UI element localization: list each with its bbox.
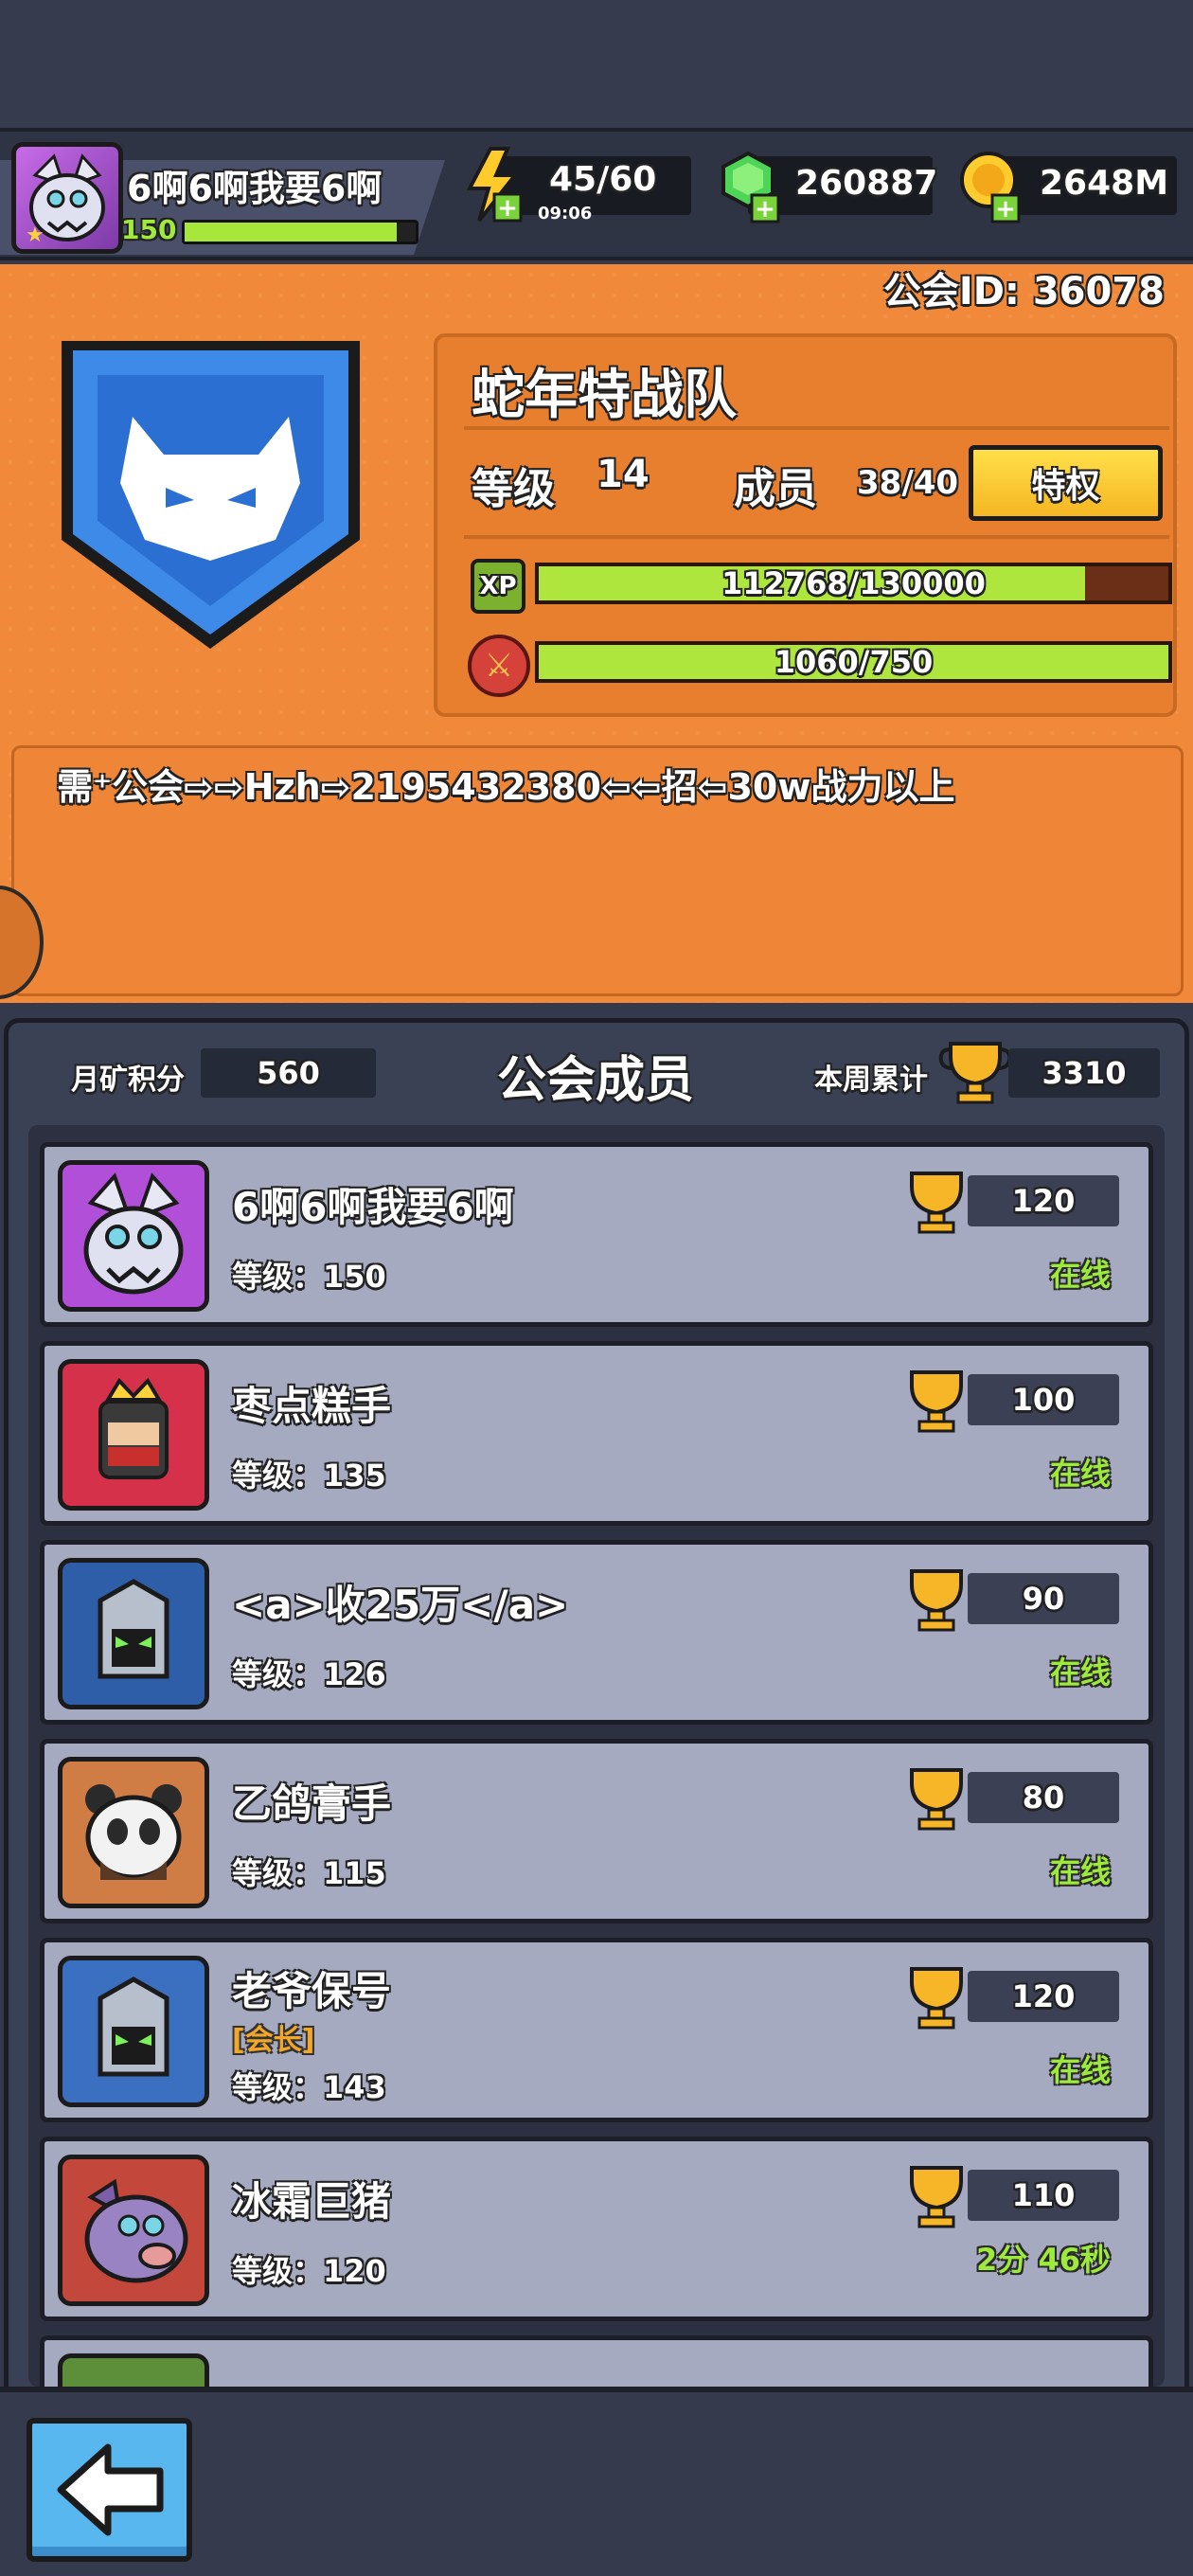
member-row-partial[interactable] bbox=[40, 2335, 1153, 2387]
king-avatar-icon bbox=[98, 1377, 169, 1479]
player-xp-bar bbox=[182, 220, 418, 244]
player-avatar[interactable]: ★ bbox=[11, 142, 123, 254]
gem-value: 260887 bbox=[795, 164, 938, 203]
trophy-icon bbox=[910, 1768, 963, 1831]
svg-text:+: + bbox=[755, 195, 775, 224]
boar-avatar-icon bbox=[84, 2178, 188, 2283]
energy-value: 45/60 bbox=[549, 160, 657, 199]
member-level: 等级：150 bbox=[232, 1259, 386, 1295]
perks-button[interactable]: 特权 bbox=[969, 445, 1163, 521]
trophy-icon bbox=[938, 1042, 1012, 1104]
guild-level-label: 等级 bbox=[472, 465, 555, 513]
guild-name: 蛇年特战队 bbox=[472, 365, 737, 426]
back-arrow-icon bbox=[57, 2443, 164, 2536]
member-row[interactable]: 乙鸽膏手 等级：115 80 在线 bbox=[40, 1739, 1153, 1923]
trophy-icon bbox=[910, 1370, 963, 1433]
member-avatar bbox=[58, 1359, 209, 1511]
member-trophies: 110 bbox=[968, 2170, 1119, 2221]
member-status: 在线 bbox=[1049, 2052, 1111, 2088]
member-row[interactable]: <a>收25万</a> 等级：126 90 在线 bbox=[40, 1540, 1153, 1725]
energy-timer: 09:06 bbox=[538, 204, 593, 224]
member-name: 乙鸽膏手 bbox=[232, 1780, 392, 1827]
member-trophies: 100 bbox=[968, 1374, 1119, 1425]
trophy-icon bbox=[910, 1569, 963, 1632]
guild-war-text: 1060/750 bbox=[774, 644, 934, 680]
gold-value: 2648M bbox=[1040, 164, 1169, 203]
member-row[interactable]: 枣点糕手 等级：135 100 在线 bbox=[40, 1341, 1153, 1526]
player-name: 6啊6啊我要6啊 bbox=[127, 168, 383, 209]
gold-coin-icon: + bbox=[960, 152, 1021, 224]
member-level: 等级：126 bbox=[232, 1656, 386, 1692]
guild-notice-text: 需⁺公会⇨⇨Hzh⇨2195432380⇦⇦招⇦30w战力以上 bbox=[57, 766, 955, 808]
svg-text:+: + bbox=[995, 195, 1016, 224]
knight-avatar-icon bbox=[98, 1579, 169, 1679]
member-list[interactable]: 6啊6啊我要6啊 等级：150 120 在线 枣点糕手 等级：135 100 在 bbox=[28, 1125, 1165, 2387]
xp-icon: XP bbox=[471, 559, 525, 614]
member-trophies: 120 bbox=[968, 1175, 1119, 1226]
perks-button-label: 特权 bbox=[1031, 467, 1100, 506]
lightning-icon: + bbox=[466, 147, 523, 223]
member-name: 6啊6啊我要6啊 bbox=[232, 1184, 514, 1230]
member-status: 在线 bbox=[1049, 1257, 1111, 1293]
member-trophies: 90 bbox=[968, 1573, 1119, 1624]
member-row[interactable]: 老爷保号 [会长] 等级：143 120 在线 bbox=[40, 1938, 1153, 2122]
back-button[interactable] bbox=[27, 2418, 192, 2562]
member-name: 枣点糕手 bbox=[232, 1383, 392, 1429]
guild-xp-text: 112768/130000 bbox=[721, 565, 986, 601]
status-bar bbox=[0, 0, 1193, 128]
member-status: 在线 bbox=[1049, 1853, 1111, 1889]
member-role-badge: [会长] bbox=[232, 2024, 315, 2057]
member-avatar bbox=[58, 2155, 209, 2306]
wolf-avatar-icon: ★ bbox=[26, 153, 105, 247]
guild-id: 公会ID: 36078 bbox=[882, 270, 1165, 313]
member-status: 在线 bbox=[1049, 1655, 1111, 1690]
member-row[interactable]: 冰霜巨猪 等级：120 110 2分 46秒 bbox=[40, 2137, 1153, 2321]
member-level: 等级：115 bbox=[232, 1855, 386, 1891]
svg-text:+: + bbox=[497, 194, 518, 223]
member-avatar bbox=[58, 1757, 209, 1908]
member-name: <a>收25万</a> bbox=[232, 1582, 569, 1628]
divider bbox=[464, 535, 1169, 539]
member-level: 等级：120 bbox=[232, 2253, 386, 2289]
member-avatar bbox=[58, 1956, 209, 2107]
trophy-icon bbox=[910, 1172, 963, 1234]
member-name: 老爷保号 bbox=[232, 1968, 392, 2014]
guild-level-value: 14 bbox=[596, 453, 650, 496]
weekly-total-value: 3310 bbox=[1008, 1048, 1160, 1098]
trophy-icon bbox=[910, 1967, 963, 2030]
monthly-mine-label: 月矿积分 bbox=[71, 1064, 185, 1097]
member-level: 等级：143 bbox=[232, 2069, 386, 2105]
guild-emblem-icon[interactable] bbox=[52, 322, 369, 663]
svg-text:★: ★ bbox=[26, 224, 45, 247]
member-level: 等级：135 bbox=[232, 1458, 386, 1494]
trophy-icon bbox=[910, 2166, 963, 2228]
divider bbox=[464, 426, 1169, 430]
panda-avatar-icon bbox=[85, 1784, 182, 1880]
member-name: 冰霜巨猪 bbox=[232, 2178, 392, 2225]
member-status: 在线 bbox=[1049, 1456, 1111, 1492]
player-level: 150 bbox=[121, 214, 177, 245]
weekly-total-label: 本周累计 bbox=[814, 1064, 928, 1097]
guild-members-value: 38/40 bbox=[857, 464, 959, 502]
member-status: 2分 46秒 bbox=[976, 2242, 1111, 2278]
wolf-avatar-icon bbox=[83, 1172, 184, 1295]
members-panel-title: 公会成员 bbox=[497, 1052, 695, 1109]
member-avatar bbox=[58, 1160, 209, 1312]
member-avatar bbox=[58, 2353, 209, 2387]
member-trophies: 120 bbox=[968, 1971, 1119, 2022]
member-trophies: 80 bbox=[968, 1772, 1119, 1823]
member-row[interactable]: 6啊6啊我要6啊 等级：150 120 在线 bbox=[40, 1142, 1153, 1327]
gem-icon: + bbox=[721, 151, 780, 224]
knight-avatar-icon bbox=[98, 1977, 169, 2077]
monthly-mine-value: 560 bbox=[201, 1048, 376, 1098]
member-avatar bbox=[58, 1558, 209, 1709]
guild-members-label: 成员 bbox=[734, 465, 817, 513]
player-xp-fill bbox=[185, 223, 398, 242]
guild-war-icon: ⚔ bbox=[468, 635, 530, 697]
